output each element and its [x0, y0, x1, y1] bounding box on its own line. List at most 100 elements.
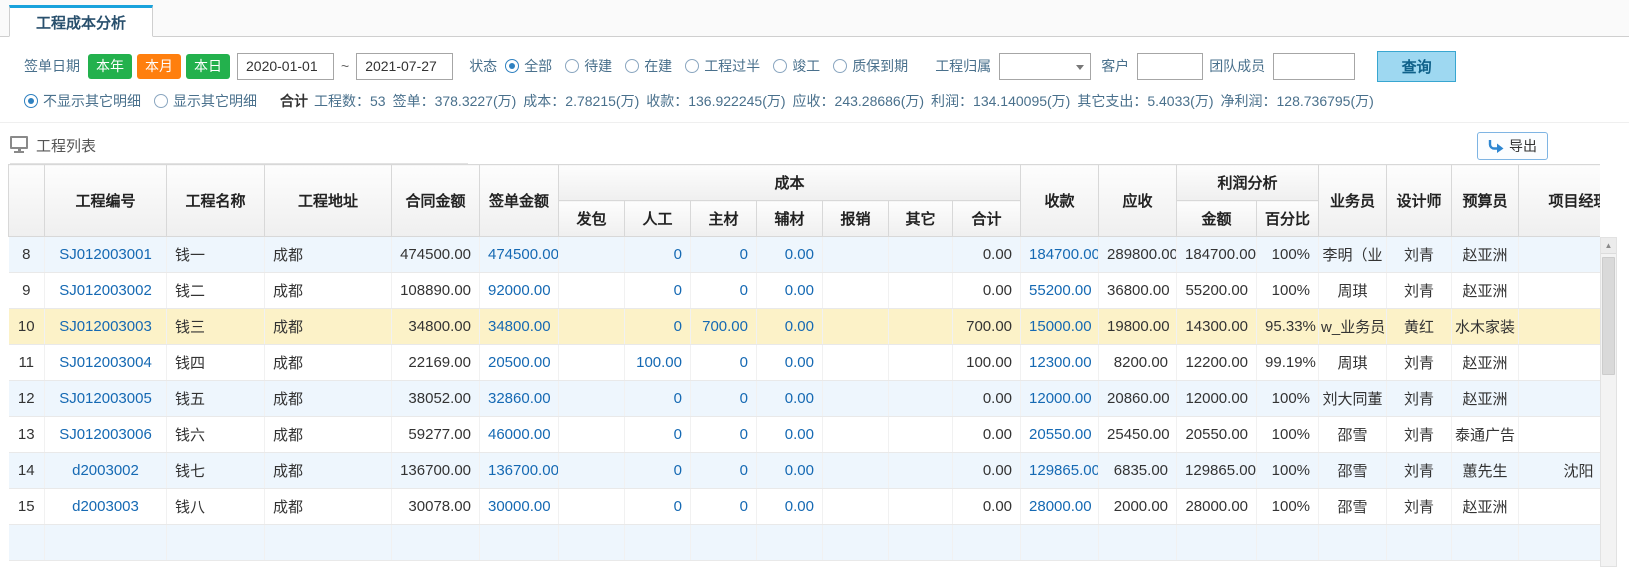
table-row[interactable]: 15d2003003钱八成都30078.0030000.00000.000.00… [9, 489, 1601, 525]
header-budgeter[interactable]: 预算员 [1452, 165, 1519, 237]
cell-fucai[interactable]: 0.00 [757, 309, 823, 345]
date-from-input[interactable] [237, 53, 334, 80]
date-to-input[interactable] [356, 53, 453, 80]
table-row[interactable]: 14d2003002钱七成都136700.00136700.00000.000.… [9, 453, 1601, 489]
detail-radio[interactable]: 不显示其它明细 [24, 91, 141, 111]
header-address[interactable]: 工程地址 [265, 165, 392, 237]
header-profit-percent[interactable]: 百分比 [1257, 201, 1319, 237]
quick-date-button[interactable]: 本月 [137, 54, 181, 79]
cell-shoukuan[interactable]: 55200.00 [1021, 273, 1099, 309]
header-heji[interactable]: 合计 [953, 201, 1021, 237]
team-member-input[interactable] [1273, 53, 1355, 80]
cell-code[interactable]: SJ012003005 [45, 381, 167, 417]
cell-rengong[interactable]: 0 [625, 453, 691, 489]
cell-shoukuan[interactable]: 28000.00 [1021, 489, 1099, 525]
cell-shoukuan[interactable]: 12300.00 [1021, 345, 1099, 381]
quick-date-button[interactable]: 本年 [88, 54, 132, 79]
cell-shoukuan[interactable]: 15000.00 [1021, 309, 1099, 345]
cell-fucai[interactable]: 0.00 [757, 489, 823, 525]
cell-rengong[interactable]: 0 [625, 381, 691, 417]
cell-zhucai[interactable]: 700.00 [691, 309, 757, 345]
cell-signed[interactable]: 46000.00 [480, 417, 559, 453]
header-shoukuan[interactable]: 收款 [1021, 165, 1099, 237]
status-radio[interactable]: 质保到期 [833, 56, 908, 76]
cell-fucai[interactable]: 0.00 [757, 417, 823, 453]
cell-code[interactable]: SJ012003002 [45, 273, 167, 309]
cell-signed[interactable]: 92000.00 [480, 273, 559, 309]
cell-zhucai[interactable]: 0 [691, 417, 757, 453]
header-rengong[interactable]: 人工 [625, 201, 691, 237]
cell-shoukuan[interactable]: 129865.00 [1021, 453, 1099, 489]
status-radio[interactable]: 全部 [505, 56, 552, 76]
cell-signed[interactable]: 136700.00 [480, 453, 559, 489]
header-baoxiao[interactable]: 报销 [823, 201, 889, 237]
cell-code[interactable]: SJ012003001 [45, 237, 167, 273]
cell-zhucai[interactable]: 0 [691, 489, 757, 525]
tab-project-cost-analysis[interactable]: 工程成本分析 [9, 5, 153, 37]
cell-rengong[interactable]: 100.00 [625, 345, 691, 381]
cell-zhucai[interactable]: 0 [691, 237, 757, 273]
cell-rengong[interactable]: 0 [625, 237, 691, 273]
cell-signed[interactable]: 32860.00 [480, 381, 559, 417]
cell-shoukuan[interactable]: 12000.00 [1021, 381, 1099, 417]
filter-panel: 签单日期 本年本月本日 ~ 状态 全部待建在建工程过半竣工质保到期 工程归属 客… [0, 37, 1629, 123]
table-row[interactable]: 11SJ012003004钱四成都22169.0020500.00100.000… [9, 345, 1601, 381]
export-button[interactable]: 导出 [1477, 132, 1548, 160]
cell-zhucai[interactable]: 0 [691, 453, 757, 489]
header-yingshou[interactable]: 应收 [1099, 165, 1177, 237]
scroll-up-arrow-icon[interactable]: ▲ [1601, 238, 1616, 254]
header-signed[interactable]: 签单金额 [480, 165, 559, 237]
cell-zhucai[interactable]: 0 [691, 345, 757, 381]
quick-date-button[interactable]: 本日 [186, 54, 230, 79]
status-radio[interactable]: 待建 [565, 56, 612, 76]
cell-signed[interactable]: 34800.00 [480, 309, 559, 345]
cell-signed[interactable]: 20500.00 [480, 345, 559, 381]
cell-rengong[interactable]: 0 [625, 309, 691, 345]
table-row[interactable]: 9SJ012003002钱二成都108890.0092000.00000.000… [9, 273, 1601, 309]
header-pm[interactable]: 项目经理 [1519, 165, 1600, 237]
cell-rengong[interactable]: 0 [625, 273, 691, 309]
cell-code[interactable]: SJ012003003 [45, 309, 167, 345]
header-contract[interactable]: 合同金额 [392, 165, 480, 237]
customer-input[interactable] [1137, 53, 1203, 80]
detail-radio[interactable]: 显示其它明细 [154, 91, 257, 111]
header-profit-amount[interactable]: 金额 [1177, 201, 1257, 237]
cell-fucai[interactable]: 0.00 [757, 237, 823, 273]
table-row[interactable]: 10SJ012003003钱三成都34800.0034800.000700.00… [9, 309, 1601, 345]
header-designer[interactable]: 设计师 [1387, 165, 1452, 237]
status-radio[interactable]: 竣工 [773, 56, 820, 76]
header-code[interactable]: 工程编号 [45, 165, 167, 237]
cell-zhucai[interactable]: 0 [691, 381, 757, 417]
cell-rengong[interactable]: 0 [625, 489, 691, 525]
cell-rengong[interactable]: 0 [625, 417, 691, 453]
header-zhucai[interactable]: 主材 [691, 201, 757, 237]
table-row[interactable]: 8SJ012003001钱一成都474500.00474500.00000.00… [9, 237, 1601, 273]
header-name[interactable]: 工程名称 [167, 165, 265, 237]
header-salesman[interactable]: 业务员 [1319, 165, 1387, 237]
cell-code[interactable]: d2003002 [45, 453, 167, 489]
header-qita[interactable]: 其它 [889, 201, 953, 237]
cell-code[interactable]: SJ012003004 [45, 345, 167, 381]
sign-date-label: 签单日期 [24, 56, 80, 76]
header-fabao[interactable]: 发包 [559, 201, 625, 237]
scrollbar-thumb[interactable] [1602, 257, 1615, 375]
cell-shoukuan[interactable]: 184700.00 [1021, 237, 1099, 273]
cell-fucai[interactable]: 0.00 [757, 381, 823, 417]
status-radio[interactable]: 工程过半 [685, 56, 760, 76]
status-radio[interactable]: 在建 [625, 56, 672, 76]
cell-signed[interactable]: 30000.00 [480, 489, 559, 525]
header-fucai[interactable]: 辅材 [757, 201, 823, 237]
cell-fucai[interactable]: 0.00 [757, 345, 823, 381]
query-button[interactable]: 查询 [1377, 51, 1456, 82]
vertical-scrollbar[interactable]: ▲ [1600, 237, 1617, 567]
cell-zhucai[interactable]: 0 [691, 273, 757, 309]
cell-code[interactable]: SJ012003006 [45, 417, 167, 453]
table-row[interactable]: 13SJ012003006钱六成都59277.0046000.00000.000… [9, 417, 1601, 453]
cell-fucai[interactable]: 0.00 [757, 453, 823, 489]
cell-shoukuan[interactable]: 20550.00 [1021, 417, 1099, 453]
table-row[interactable]: 12SJ012003005钱五成都38052.0032860.00000.000… [9, 381, 1601, 417]
cell-fucai[interactable]: 0.00 [757, 273, 823, 309]
cell-code[interactable]: d2003003 [45, 489, 167, 525]
project-owner-select[interactable] [999, 53, 1091, 80]
cell-signed[interactable]: 474500.00 [480, 237, 559, 273]
